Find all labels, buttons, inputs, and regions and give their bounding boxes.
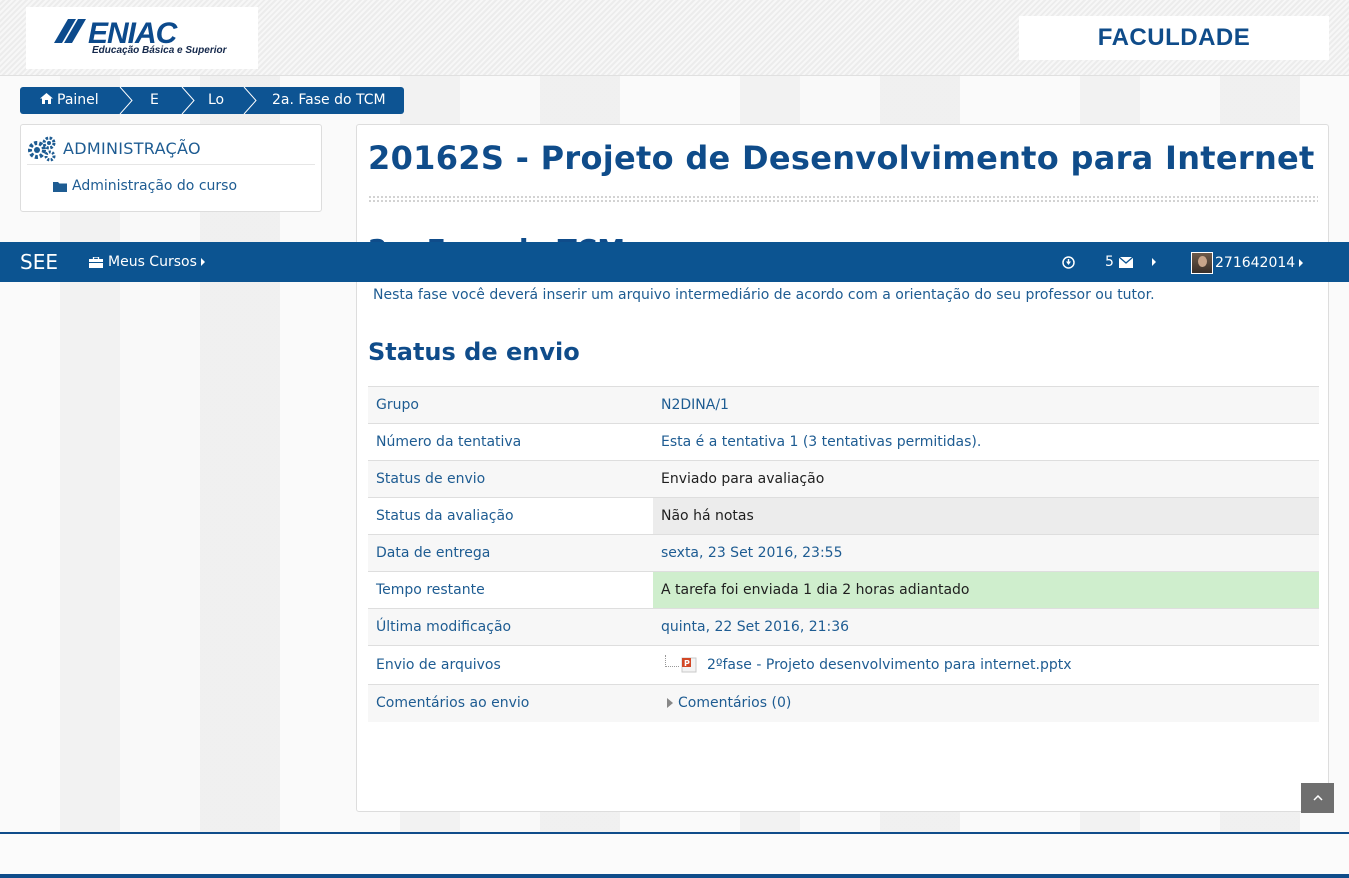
messages-menu[interactable]: 5 [1105,254,1133,270]
tree-connector [665,655,679,667]
grading-status-value: Não há notas [653,497,1319,535]
comments-cell: Comentários (0) [653,684,1319,722]
breadcrumb-item-current[interactable]: 2a. Fase do TCM [250,87,404,114]
breadcrumb-item-lo[interactable]: Lo [188,87,257,114]
table-row: Data de entrega sexta, 23 Set 2016, 23:5… [368,534,1319,572]
breadcrumb-separator [243,87,257,114]
table-row: Última modificação quinta, 22 Set 2016, … [368,608,1319,646]
breadcrumb-separator [119,87,133,114]
gears-icon [28,136,56,161]
comments-link[interactable]: Comentários (0) [678,695,791,711]
download-icon[interactable] [1062,256,1075,269]
row-label: Comentários ao envio [368,684,653,722]
title-divider [368,195,1318,203]
row-value: Enviado para avaliação [653,460,1319,498]
administration-title: ADMINISTRAÇÃO [63,139,201,158]
svg-text:P: P [684,659,690,668]
avatar [1191,252,1213,274]
user-menu[interactable]: 271642014 [1191,252,1304,274]
main-content: 20162S - Projeto de Desenvolvimento para… [356,124,1329,812]
home-icon [40,93,53,104]
status-heading: Status de envio [368,338,580,366]
site-logo[interactable]: ENIAC Educação Básica e Superior [26,7,258,69]
table-row: Status da avaliação Não há notas [368,497,1319,535]
row-value: N2DINA/1 [653,386,1319,424]
table-row: Número da tentativa Esta é a tentativa 1… [368,423,1319,461]
row-label: Grupo [368,386,653,424]
administration-block: ADMINISTRAÇÃO Administração do curso [20,124,322,212]
course-administration-label: Administração do curso [72,178,238,194]
briefcase-icon [89,256,103,268]
footer-bottom-bar [0,874,1349,878]
time-remaining-value: A tarefa foi enviada 1 dia 2 horas adian… [653,571,1319,609]
row-label: Número da tentativa [368,423,653,461]
breadcrumb-separator [181,87,195,114]
breadcrumb-item-e[interactable]: E [126,87,195,114]
course-title: 20162S - Projeto de Desenvolvimento para… [368,139,1315,177]
row-value: quinta, 22 Set 2016, 21:36 [653,608,1319,646]
table-row: Tempo restante A tarefa foi enviada 1 di… [368,571,1319,609]
messages-count: 5 [1105,254,1114,270]
breadcrumb-label: E [150,92,159,108]
logo-tagline: Educação Básica e Superior [92,45,227,56]
phase-description: Nesta fase você deverá inserir um arquiv… [373,287,1155,303]
table-row: Comentários ao envio Comentários (0) [368,684,1319,722]
file-submission-cell: P 2ºfase - Projeto desenvolvimento para … [653,645,1319,685]
submission-status-table: Grupo N2DINA/1 Número da tentativa Esta … [368,386,1319,722]
breadcrumb: Painel E Lo 2a. Fase do TCM [20,87,404,114]
expand-triangle-icon[interactable] [667,698,673,709]
chevron-up-icon [1312,795,1323,801]
row-label: Tempo restante [368,571,653,609]
row-label: Status da avaliação [368,497,653,535]
page-footer [0,834,1349,874]
envelope-icon [1118,256,1133,268]
row-label: Status de envio [368,460,653,498]
administration-header: ADMINISTRAÇÃO [27,133,315,165]
breadcrumb-label: Painel [57,92,99,108]
powerpoint-file-icon: P [681,657,697,673]
scroll-to-top-button[interactable] [1301,783,1334,813]
my-courses-menu[interactable]: Meus Cursos [89,254,205,270]
breadcrumb-label: 2a. Fase do TCM [272,92,386,108]
caret-right-icon[interactable] [1152,258,1156,266]
caret-right-icon [1299,259,1304,267]
course-administration-link[interactable]: Administração do curso [53,178,237,194]
caret-right-icon [200,258,205,266]
breadcrumb-item-painel[interactable]: Painel [20,87,133,114]
my-courses-label: Meus Cursos [108,254,197,270]
row-label: Envio de arquivos [368,645,653,685]
row-value: sexta, 23 Set 2016, 23:55 [653,534,1319,572]
table-row: Envio de arquivos P 2ºfase - Projeto des… [368,645,1319,685]
submitted-file-link[interactable]: 2ºfase - Projeto desenvolvimento para in… [707,657,1072,673]
breadcrumb-label: Lo [208,92,225,108]
top-navbar: SEE Meus Cursos 5 271642014 [0,242,1349,282]
row-label: Última modificação [368,608,653,646]
folder-icon [53,181,67,192]
navbar-brand[interactable]: SEE [20,250,58,274]
row-value: Esta é a tentativa 1 (3 tentativas permi… [653,423,1319,461]
table-row: Grupo N2DINA/1 [368,386,1319,424]
faculdade-label: FACULDADE [1019,16,1329,60]
row-label: Data de entrega [368,534,653,572]
site-header: ENIAC Educação Básica e Superior FACULDA… [0,0,1349,76]
table-row: Status de envio Enviado para avaliação [368,460,1319,498]
username: 271642014 [1215,255,1296,271]
